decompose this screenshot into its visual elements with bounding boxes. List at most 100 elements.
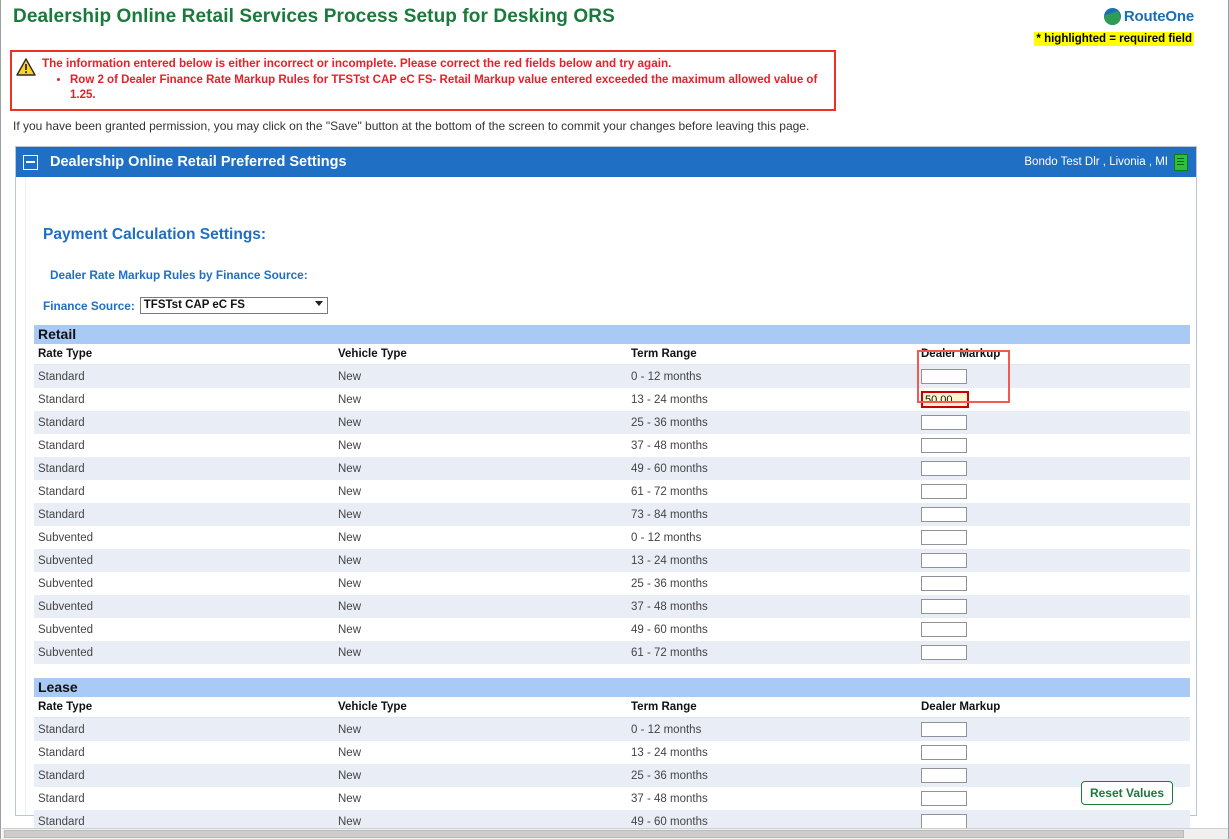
cell-dealer-markup <box>917 411 1190 434</box>
error-item: Row 2 of Dealer Finance Rate Markup Rule… <box>70 73 830 103</box>
cell-vehicle-type: New <box>334 364 627 388</box>
dealer-name: Bondo Test Dlr , Livonia , MI <box>1024 156 1168 168</box>
finance-source-select[interactable]: TFSTst CAP eC FS <box>139 297 328 314</box>
dealer-markup-input[interactable] <box>921 814 967 829</box>
cell-term-range: 25 - 36 months <box>627 572 917 595</box>
cell-term-range: 13 - 24 months <box>627 741 917 764</box>
cell-vehicle-type: New <box>334 480 627 503</box>
cell-vehicle-type: New <box>334 572 627 595</box>
table-row: Standard New 25 - 36 months <box>34 411 1190 434</box>
dealer-markup-input[interactable] <box>921 507 967 522</box>
cell-rate-type: Standard <box>34 434 334 457</box>
permission-note: If you have been granted permission, you… <box>13 119 810 133</box>
warning-triangle-icon <box>16 56 38 103</box>
cell-dealer-markup <box>917 434 1190 457</box>
dealer-markup-input[interactable] <box>921 768 967 783</box>
cell-dealer-markup <box>917 503 1190 526</box>
cell-rate-type: Subvented <box>34 549 334 572</box>
cell-dealer-markup <box>917 717 1190 741</box>
retail-band-label: Retail <box>34 325 1190 344</box>
horizontal-scrollbar[interactable] <box>2 828 1228 839</box>
dealer-markup-input[interactable] <box>921 369 967 384</box>
column-header: Vehicle Type <box>334 344 627 365</box>
dealer-markup-input[interactable] <box>921 745 967 760</box>
dealer-markup-input[interactable] <box>921 484 967 499</box>
dealer-markup-input[interactable] <box>921 576 967 591</box>
panel-inner: Payment Calculation Settings: Dealer Rat… <box>25 177 1190 829</box>
table-row: Subvented New 37 - 48 months <box>34 595 1190 618</box>
table-row: Subvented New 61 - 72 months <box>34 641 1190 664</box>
dealer-markup-input[interactable] <box>921 415 967 430</box>
cell-vehicle-type: New <box>334 641 627 664</box>
cell-rate-type: Standard <box>34 764 334 787</box>
dealer-markup-input[interactable] <box>921 622 967 637</box>
error-message-box: The information entered below is either … <box>10 50 836 111</box>
table-row: Standard New 25 - 36 months <box>34 764 1190 787</box>
table-row: Subvented New 25 - 36 months <box>34 572 1190 595</box>
cell-rate-type: Standard <box>34 741 334 764</box>
browser-page: Dealership Online Retail Services Proces… <box>0 0 1229 839</box>
dealer-markup-input[interactable] <box>921 391 969 408</box>
cell-dealer-markup <box>917 526 1190 549</box>
cell-term-range: 49 - 60 months <box>627 457 917 480</box>
dealer-markup-input[interactable] <box>921 530 967 545</box>
cell-dealer-markup <box>917 457 1190 480</box>
cell-rate-type: Subvented <box>34 595 334 618</box>
section-title: Payment Calculation Settings: <box>43 226 267 243</box>
dealer-markup-input[interactable] <box>921 461 967 476</box>
routeone-wordmark: RouteOne <box>1123 8 1194 25</box>
table-row: Standard New 61 - 72 months <box>34 480 1190 503</box>
reset-values-button[interactable]: Reset Values <box>1081 781 1173 805</box>
column-header: Dealer Markup <box>917 697 1190 718</box>
cell-dealer-markup <box>917 480 1190 503</box>
table-row: Standard New 13 - 24 months <box>34 741 1190 764</box>
cell-term-range: 0 - 12 months <box>627 526 917 549</box>
table-row: Standard New 49 - 60 months <box>34 810 1190 829</box>
lease-table: Rate Type Vehicle Type Term Range Dealer Ma… <box>34 697 1190 829</box>
routeone-logo: RouteOne <box>1103 8 1194 25</box>
table-row: Standard New 0 - 12 months <box>34 364 1190 388</box>
dealer-markup-input[interactable] <box>921 553 967 568</box>
cell-rate-type: Standard <box>34 480 334 503</box>
dealer-markup-input[interactable] <box>921 599 967 614</box>
cell-vehicle-type: New <box>334 457 627 480</box>
table-row: Standard New 37 - 48 months <box>34 787 1190 810</box>
table-row: Standard New 0 - 12 months <box>34 717 1190 741</box>
dealer-markup-input[interactable] <box>921 791 967 806</box>
scrollbar-thumb[interactable] <box>4 830 1184 838</box>
cell-dealer-markup <box>917 549 1190 572</box>
cell-term-range: 13 - 24 months <box>627 388 917 411</box>
page-title: Dealership Online Retail Services Proces… <box>13 6 615 27</box>
cell-rate-type: Standard <box>34 388 334 411</box>
lease-band-label: Lease <box>34 678 1190 697</box>
retail-table-wrap: Retail Rate Type Vehicle Type Term Range De… <box>34 325 1190 664</box>
minus-icon[interactable] <box>23 154 38 170</box>
cell-term-range: 25 - 36 months <box>627 411 917 434</box>
dealer-markup-input[interactable] <box>921 722 967 737</box>
dealer-markup-input[interactable] <box>921 645 967 660</box>
panel-right-gutter <box>1200 0 1210 829</box>
cell-vehicle-type: New <box>334 787 627 810</box>
error-content: The information entered below is either … <box>42 56 830 103</box>
cell-vehicle-type: New <box>334 717 627 741</box>
panel-header-right: Bondo Test Dlr , Livonia , MI <box>1024 147 1188 177</box>
cell-vehicle-type: New <box>334 618 627 641</box>
cell-term-range: 73 - 84 months <box>627 503 917 526</box>
required-field-note: * highlighted = required field <box>1034 32 1194 46</box>
cell-term-range: 37 - 48 months <box>627 787 917 810</box>
cell-rate-type: Standard <box>34 364 334 388</box>
column-header: Rate Type <box>34 697 334 718</box>
lease-header-row: Rate Type Vehicle Type Term Range Dealer Ma… <box>34 697 1190 718</box>
lease-table-wrap: Lease Rate Type Vehicle Type Term Range Dea… <box>34 678 1190 829</box>
cell-rate-type: Subvented <box>34 618 334 641</box>
cell-term-range: 37 - 48 months <box>627 434 917 457</box>
error-headline: The information entered below is either … <box>42 57 672 70</box>
document-icon[interactable] <box>1174 153 1188 171</box>
dealer-markup-input[interactable] <box>921 438 967 453</box>
column-header: Rate Type <box>34 344 334 365</box>
page-viewport: Dealership Online Retail Services Proces… <box>2 0 1210 829</box>
column-header: Dealer Markup <box>917 344 1190 365</box>
cell-rate-type: Standard <box>34 411 334 434</box>
column-header: Term Range <box>627 344 917 365</box>
table-row: Standard New 73 - 84 months <box>34 503 1190 526</box>
